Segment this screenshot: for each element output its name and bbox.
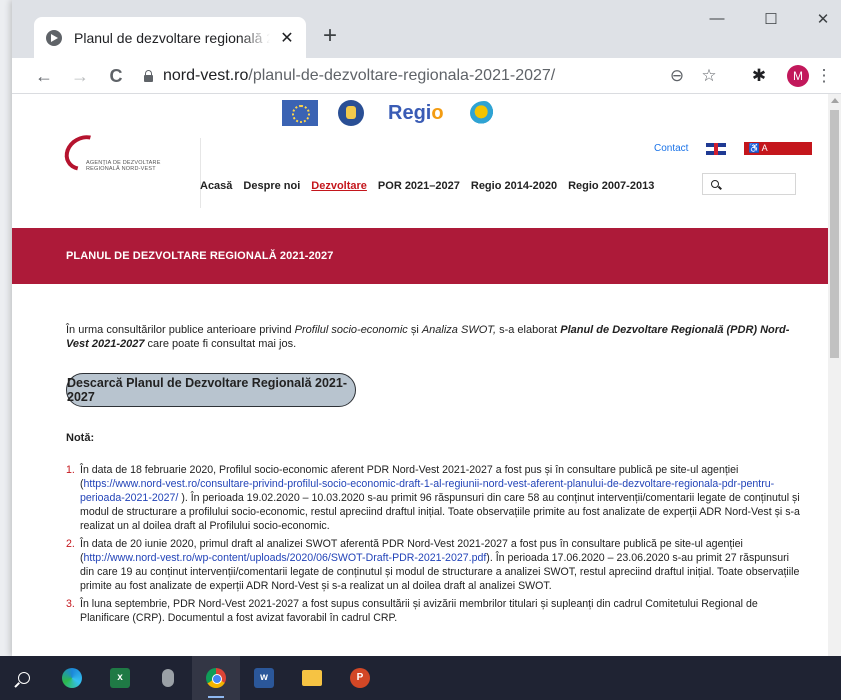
nav-regio-2007-2013[interactable]: Regio 2007-2013 — [568, 180, 654, 192]
desktop: Planul de dezvoltare regională 20 ✕ + — … — [0, 0, 841, 700]
intro-text-2: și — [407, 324, 422, 336]
note-body: În data de 20 iunie 2020, primul draft a… — [80, 537, 806, 593]
note-text: ). În perioada 19.02.2020 – 10.03.2020 s… — [80, 492, 800, 532]
notes-list: 1. În data de 18 februarie 2020, Profilu… — [66, 463, 806, 629]
intro-text-3: s-a elaborat — [496, 324, 561, 336]
scroll-up-icon[interactable] — [831, 98, 839, 103]
regio-logo-text: Regi — [388, 102, 432, 124]
close-window-button[interactable]: ✕ — [808, 10, 838, 28]
forward-button[interactable]: → — [68, 64, 92, 88]
site-favicon-icon — [46, 29, 62, 46]
site-search-input[interactable] — [702, 173, 796, 195]
page-scrollbar[interactable] — [828, 94, 841, 656]
note-number: 2. — [66, 538, 75, 550]
adr-text-line2: REGIONALĂ NORD-VEST — [86, 166, 156, 172]
word-icon: w — [254, 668, 274, 688]
partner-logos: Regio — [282, 100, 498, 126]
note-text: În luna septembrie, PDR Nord-Vest 2021-2… — [80, 598, 758, 624]
maximize-button[interactable]: ☐ — [756, 10, 786, 28]
chrome-icon — [206, 668, 226, 688]
intro-em-profil: Profilul socio-economic — [294, 324, 408, 336]
file-explorer-icon — [302, 670, 322, 686]
reload-button[interactable]: C — [104, 64, 128, 88]
url-host: nord-vest.ro — [163, 67, 249, 84]
search-icon — [18, 672, 30, 684]
main-nav: Acasă Despre noi Dezvoltare POR 2021–202… — [200, 180, 665, 192]
tab-strip: Planul de dezvoltare regională 20 ✕ + — … — [12, 0, 841, 58]
back-button[interactable]: ← — [32, 64, 56, 88]
nav-acasa[interactable]: Acasă — [200, 180, 232, 192]
accessibility-button[interactable]: ♿ A — [744, 142, 813, 155]
search-icon[interactable] — [711, 180, 719, 188]
intro-text-4: care poate fi consultat mai jos. — [144, 338, 297, 350]
taskbar-chrome-button[interactable] — [192, 656, 240, 700]
powerpoint-icon: P — [350, 668, 370, 688]
regio-logo: Regio — [388, 102, 444, 124]
browser-window: Planul de dezvoltare regională 20 ✕ + — … — [12, 0, 841, 656]
tab-close-icon[interactable]: ✕ — [278, 28, 296, 48]
program-logo — [469, 101, 498, 125]
taskbar-word-button[interactable]: w — [240, 656, 288, 700]
taskbar-powerpoint-button[interactable]: P — [336, 656, 384, 700]
adr-nord-vest-logo[interactable]: AGENȚIA DE DEZVOLTARE REGIONALĂ NORD-VES… — [58, 128, 194, 178]
download-pdr-button[interactable]: Descarcă Planul de Dezvoltare Regională … — [66, 373, 356, 407]
taskbar-search-button[interactable] — [0, 656, 48, 700]
uk-flag-icon[interactable] — [706, 142, 727, 155]
browser-tab[interactable]: Planul de dezvoltare regională 20 ✕ — [34, 17, 306, 58]
list-item: 2. În data de 20 iunie 2020, primul draf… — [66, 537, 806, 593]
list-item: 1. În data de 18 februarie 2020, Profilu… — [66, 463, 806, 533]
romania-government-logo — [338, 100, 364, 126]
edge-icon — [62, 668, 82, 688]
intro-em-swot: Analiza SWOT, — [421, 324, 497, 336]
windows-taskbar: x w P — [0, 656, 841, 700]
page-banner: PLANUL DE DEZVOLTARE REGIONALĂ 2021-2027 — [12, 228, 828, 284]
taskbar-excel-button[interactable]: x — [96, 656, 144, 700]
nav-despre-noi[interactable]: Despre noi — [243, 180, 300, 192]
excel-icon: x — [110, 668, 130, 688]
url-path: /planul-de-dezvoltare-regionala-2021-202… — [248, 67, 556, 84]
eu-flag-logo — [282, 100, 318, 126]
note-body: În data de 18 februarie 2020, Profilul s… — [80, 463, 806, 533]
note-body: În luna septembrie, PDR Nord-Vest 2021-2… — [80, 597, 806, 625]
nota-heading: Notă: — [66, 432, 95, 444]
contact-link[interactable]: Contact — [654, 143, 688, 154]
regio-logo-o: o — [431, 102, 444, 124]
intro-paragraph: În urma consultărilor publice anterioare… — [66, 323, 806, 351]
address-bar[interactable]: nord-vest.ro/planul-de-dezvoltare-region… — [144, 62, 716, 90]
new-tab-button[interactable]: + — [316, 22, 344, 50]
tab-title: Planul de dezvoltare regională 20 — [74, 29, 270, 46]
note-link[interactable]: http://www.nord-vest.ro/wp-content/uploa… — [84, 552, 487, 564]
browser-menu-icon[interactable]: ⋮ — [812, 64, 836, 88]
zoom-icon[interactable]: ⊖ — [665, 64, 689, 88]
nav-regio-2014-2020[interactable]: Regio 2014-2020 — [471, 180, 557, 192]
bookmark-star-icon[interactable]: ☆ — [697, 64, 721, 88]
header-divider — [200, 138, 201, 208]
minimize-button[interactable]: — — [702, 10, 732, 27]
taskbar-edge-button[interactable] — [48, 656, 96, 700]
page-viewport: Regio AGENȚIA DE DEZVOLTARE REGIONALĂ NO… — [12, 94, 841, 656]
profile-avatar[interactable]: M — [787, 65, 809, 87]
adr-logo-text: AGENȚIA DE DEZVOLTARE REGIONALĂ NORD-VES… — [86, 160, 161, 172]
page-title: PLANUL DE DEZVOLTARE REGIONALĂ 2021-2027 — [66, 250, 334, 262]
note-number: 3. — [66, 598, 75, 610]
list-item: 3. În luna septembrie, PDR Nord-Vest 202… — [66, 597, 806, 625]
scroll-thumb[interactable] — [830, 110, 839, 358]
top-links: Contact ♿ A — [654, 142, 813, 155]
lock-icon[interactable] — [144, 69, 153, 82]
taskbar-microphone-button[interactable] — [144, 656, 192, 700]
extensions-icon[interactable]: ✱ — [747, 64, 771, 88]
intro-text-1: În urma consultărilor publice anterioare… — [66, 324, 295, 336]
nav-por-2021-2027[interactable]: POR 2021–2027 — [378, 180, 460, 192]
browser-toolbar: ← → C nord-vest.ro/planul-de-dezvoltare-… — [12, 58, 841, 94]
note-number: 1. — [66, 464, 75, 476]
microphone-icon — [162, 669, 174, 687]
taskbar-explorer-button[interactable] — [288, 656, 336, 700]
nav-dezvoltare[interactable]: Dezvoltare — [311, 180, 367, 192]
